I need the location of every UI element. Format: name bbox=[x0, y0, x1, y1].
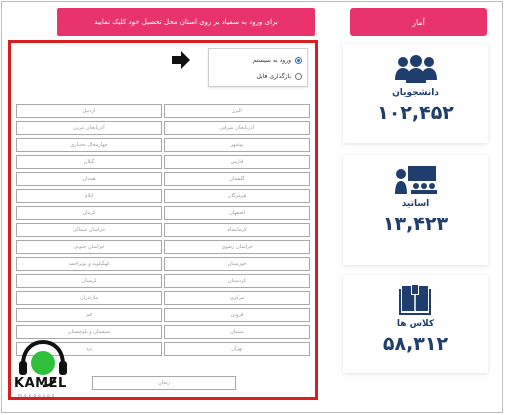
province-button[interactable]: مازندران bbox=[16, 291, 162, 305]
province-button[interactable]: خراسان رضوی bbox=[164, 240, 310, 254]
province-button[interactable]: کرمانشاه bbox=[164, 223, 310, 237]
book-icon bbox=[398, 285, 431, 315]
province-button[interactable]: گلستان bbox=[164, 172, 310, 186]
arrow-right-icon bbox=[172, 51, 190, 69]
stat-value: ۱۰۲,۴۵۲ bbox=[377, 102, 454, 124]
login-mode-label: بازگذاری فایل bbox=[256, 72, 291, 80]
stat-value: ۱۳,۴۲۳ bbox=[382, 213, 449, 235]
logo-subtext: m.e.k.o.o.v.o.n bbox=[18, 393, 55, 398]
support-headset-logo-icon bbox=[19, 339, 67, 388]
login-mode-option-upload[interactable]: بازگذاری فایل bbox=[214, 68, 302, 84]
radio-upload[interactable] bbox=[295, 72, 302, 80]
stat-label: دانشجویان bbox=[392, 88, 439, 98]
province-button[interactable]: مرکزی bbox=[164, 291, 310, 305]
province-button[interactable]: کردستان bbox=[164, 274, 310, 288]
province-button[interactable]: گیلان bbox=[16, 155, 162, 169]
province-button[interactable]: قم bbox=[16, 308, 162, 322]
province-button[interactable]: البرز bbox=[164, 104, 310, 118]
province-button-last[interactable]: زنجان bbox=[92, 376, 236, 390]
teacher-board-icon bbox=[394, 166, 437, 194]
province-button[interactable]: خوزستان bbox=[164, 257, 310, 271]
province-grid: اردبیل البرز آذربایجان غربی آذربایجان شر… bbox=[16, 104, 310, 356]
province-button[interactable]: اصفهان bbox=[164, 206, 310, 220]
province-button[interactable]: بوشهر bbox=[164, 138, 310, 152]
province-button[interactable]: چهارمحال بختیاری bbox=[16, 138, 162, 152]
province-button[interactable]: اردبیل bbox=[16, 104, 162, 118]
students-group-icon bbox=[394, 55, 437, 83]
province-button[interactable]: لرستان bbox=[16, 274, 162, 288]
logo-wordmark: KAMEL bbox=[14, 376, 67, 391]
province-button[interactable]: سمنان bbox=[164, 325, 310, 339]
province-button[interactable]: هرمزگان bbox=[164, 189, 310, 203]
select-province-banner: برای ورود به سمیاد بر روی استان محل تحصی… bbox=[57, 8, 315, 36]
stat-label: اساتید bbox=[401, 199, 430, 209]
stat-card-teachers: اساتید ۱۳,۴۲۳ bbox=[343, 155, 488, 265]
province-button[interactable]: خراسان جنوبی bbox=[16, 240, 162, 254]
province-button[interactable]: کهگیلویه و بویراحمد bbox=[16, 257, 162, 271]
province-button[interactable]: کرمان bbox=[16, 206, 162, 220]
province-button[interactable]: فارس bbox=[164, 155, 310, 169]
stats-header: آمار bbox=[350, 8, 487, 36]
province-button[interactable]: آذربایجان شرقی bbox=[164, 121, 310, 135]
login-mode-option-login[interactable]: ورود به سیستم bbox=[214, 52, 302, 68]
login-mode-label: ورود به سیستم bbox=[252, 56, 291, 64]
stat-value: ۵۸,۳۱۲ bbox=[382, 333, 449, 355]
province-button[interactable]: آذربایجان غربی bbox=[16, 121, 162, 135]
province-button[interactable]: تهران bbox=[164, 342, 310, 356]
province-button[interactable]: قزوین bbox=[164, 308, 310, 322]
stat-card-students: دانشجویان ۱۰۲,۴۵۲ bbox=[343, 44, 488, 143]
login-mode-selector: ورود به سیستم بازگذاری فایل bbox=[208, 48, 308, 87]
province-button[interactable]: ایلام bbox=[16, 189, 162, 203]
stat-label: کلاس ها bbox=[396, 319, 435, 329]
stat-card-classes: کلاس ها ۵۸,۳۱۲ bbox=[343, 275, 488, 373]
province-button[interactable]: همدان bbox=[16, 172, 162, 186]
radio-login[interactable] bbox=[295, 56, 302, 64]
province-button[interactable]: خراسان شمالی bbox=[16, 223, 162, 237]
